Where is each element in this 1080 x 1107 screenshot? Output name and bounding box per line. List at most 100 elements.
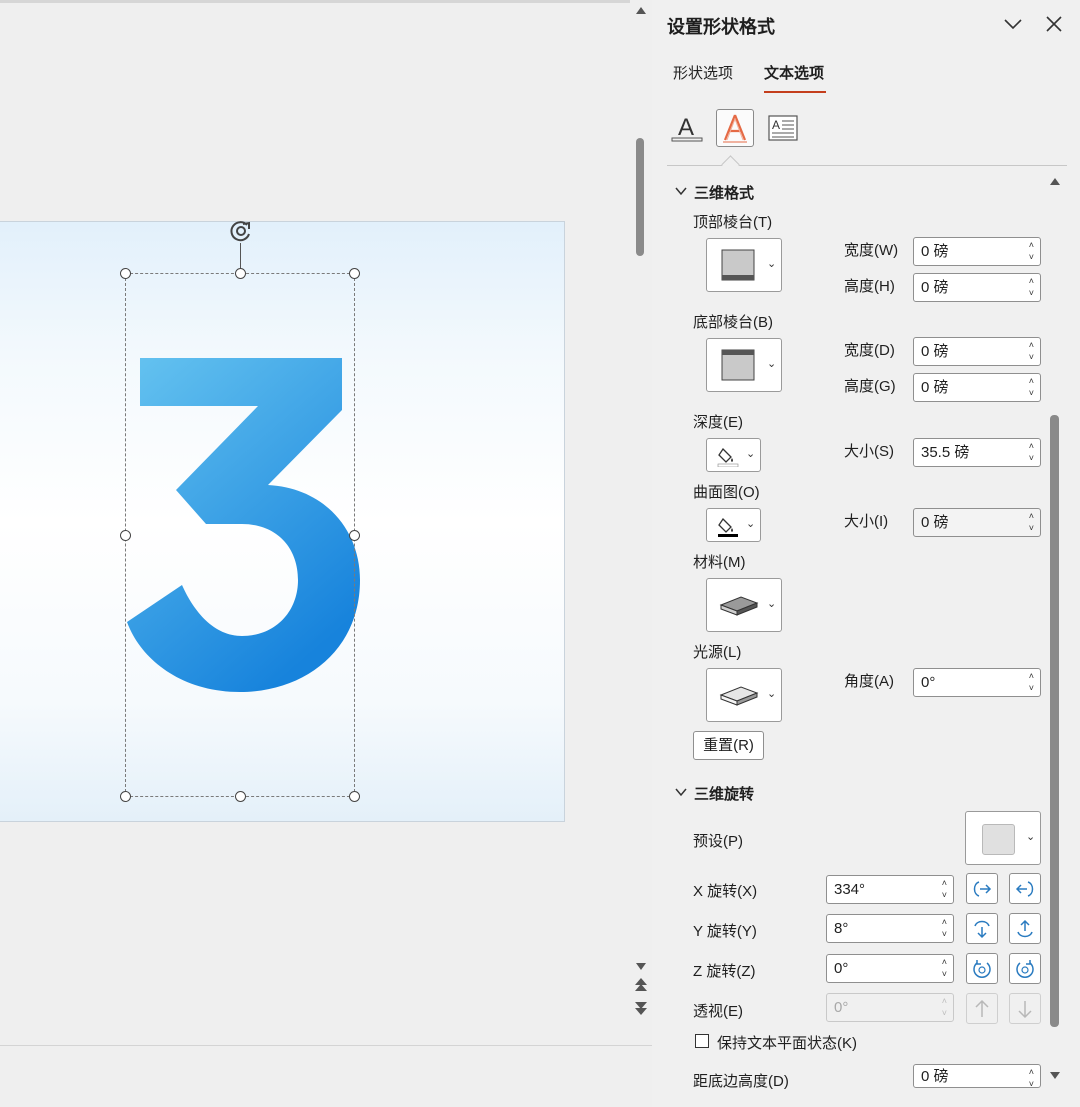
resize-handle-nw[interactable] [120, 268, 131, 279]
x-rotate-right-button[interactable] [1009, 873, 1041, 904]
spin-arrows-icon[interactable]: ˄ ˅ [942, 956, 947, 980]
keep-text-flat-label[interactable]: 保持文本平面状态(K) [717, 1032, 857, 1053]
chevron-down-icon: ⌄ [746, 448, 756, 460]
resize-handle-w[interactable] [120, 530, 131, 541]
depth-label: 深度(E) [693, 414, 743, 431]
preset-label: 预设(P) [693, 833, 743, 850]
chevron-down-icon: ⌄ [767, 258, 777, 270]
perspective-increase-button[interactable] [966, 993, 998, 1024]
rotate-handle-icon[interactable] [227, 217, 255, 245]
y-rotate-up-button[interactable] [966, 913, 998, 944]
selection-box[interactable] [125, 273, 355, 797]
z-rotation-label: Z 旋转(Z) [693, 963, 756, 980]
tab-text-options[interactable]: 文本选项 [764, 62, 824, 83]
bottom-bevel-height-input[interactable]: 0 磅 ˄ ˅ [913, 373, 1041, 402]
spin-arrows-icon[interactable]: ˄ ˅ [942, 877, 947, 901]
resize-handle-s[interactable] [235, 791, 246, 802]
rotation3d-collapse-chevron-icon[interactable] [674, 786, 688, 798]
paint-bucket-icon [717, 447, 739, 467]
textbox-layout-tab[interactable]: A [764, 109, 802, 147]
prev-next-slide-icon[interactable] [633, 978, 649, 1016]
lighting-dropdown[interactable]: ⌄ [706, 668, 782, 722]
spin-arrows-icon[interactable]: ˄ ˅ [1029, 375, 1034, 399]
perspective-input[interactable]: 0° ˄ ˅ [826, 993, 954, 1022]
format3d-collapse-chevron-icon[interactable] [674, 185, 688, 197]
y-rotation-input[interactable]: 8° ˄ ˅ [826, 914, 954, 943]
pane-scroll-thumb[interactable] [1050, 415, 1059, 1027]
text-effects-icon [723, 114, 747, 143]
depth-color-dropdown[interactable]: ⌄ [706, 438, 761, 472]
scroll-down-icon[interactable] [636, 963, 646, 970]
arrow-down-icon [1018, 1000, 1032, 1018]
tab-shape-options[interactable]: 形状选项 [673, 62, 733, 83]
text-effects-tab[interactable] [716, 109, 754, 147]
close-icon[interactable] [1045, 15, 1063, 39]
bottom-bevel-width-input[interactable]: 0 磅 ˄ ˅ [913, 337, 1041, 366]
scroll-up-icon[interactable] [636, 7, 646, 14]
pane-title: 设置形状格式 [667, 17, 775, 37]
contour-label: 曲面图(O) [693, 484, 760, 501]
chevron-down-icon: ⌄ [767, 598, 777, 610]
rotate-clockwise-icon [973, 959, 991, 978]
perspective-label: 透视(E) [693, 1003, 743, 1020]
contour-size-input[interactable]: 0 磅 ˄ ˅ [913, 508, 1041, 537]
top-bevel-height-label: 高度(H) [844, 278, 895, 295]
bottom-bevel-dropdown[interactable]: ⌄ [706, 338, 782, 392]
resize-handle-sw[interactable] [120, 791, 131, 802]
spin-arrows-icon[interactable]: ˄ ˅ [1029, 339, 1034, 363]
reset-button[interactable]: 重置(R) [693, 731, 764, 760]
spin-arrows-icon[interactable]: ˄ ˅ [1029, 440, 1034, 464]
pane-scroll-up-icon[interactable] [1050, 178, 1060, 185]
pane-scroll-down-icon[interactable] [1050, 1072, 1060, 1079]
contour-color-dropdown[interactable]: ⌄ [706, 508, 761, 542]
arrow-up-icon [975, 999, 989, 1017]
canvas-scroll-thumb[interactable] [636, 138, 644, 256]
distance-from-ground-input[interactable]: 0 磅 ˄ ˅ [913, 1064, 1041, 1088]
depth-size-input[interactable]: 35.5 磅 ˄ ˅ [913, 438, 1041, 467]
top-bevel-dropdown[interactable]: ⌄ [706, 238, 782, 292]
spin-arrows-icon[interactable]: ˄ ˅ [942, 916, 947, 940]
y-rotation-label: Y 旋转(Y) [693, 923, 757, 940]
x-rotate-left-button[interactable] [966, 873, 998, 904]
spin-arrows-icon[interactable]: ˄ ˅ [1029, 239, 1034, 263]
keep-text-flat-checkbox[interactable] [695, 1034, 709, 1048]
spin-arrows-icon: ˄ ˅ [941, 996, 947, 1018]
top-bevel-width-input[interactable]: 0 磅 ˄ ˅ [913, 237, 1041, 266]
x-rotation-label: X 旋转(X) [693, 883, 758, 900]
format3d-header[interactable]: 三维格式 [694, 182, 754, 203]
y-rotate-down-button[interactable] [1009, 913, 1041, 944]
x-rotation-input[interactable]: 334° ˄ ˅ [826, 875, 954, 904]
perspective-decrease-button[interactable] [1009, 993, 1041, 1024]
bottom-bevel-height-label: 高度(G) [844, 378, 896, 395]
lighting-angle-label: 角度(A) [844, 673, 894, 690]
resize-handle-se[interactable] [349, 791, 360, 802]
resize-handle-e[interactable] [349, 530, 360, 541]
z-rotation-input[interactable]: 0° ˄ ˅ [826, 954, 954, 983]
rotate-right-icon [1015, 880, 1034, 897]
top-bevel-height-input[interactable]: 0 磅 ˄ ˅ [913, 273, 1041, 302]
active-tab-indicator [764, 91, 826, 93]
pane-options-chevron-icon[interactable] [1003, 14, 1023, 40]
resize-handle-ne[interactable] [349, 268, 360, 279]
spin-arrows-icon[interactable]: ˄ ˅ [1029, 510, 1034, 534]
lighting-angle-input[interactable]: 0° ˄ ˅ [913, 668, 1041, 697]
rotation3d-header[interactable]: 三维旋转 [694, 783, 754, 804]
spin-arrows-icon[interactable]: ˄ ˅ [1029, 1066, 1034, 1087]
rotate-up-icon [974, 920, 990, 938]
svg-text:A: A [678, 114, 694, 141]
lighting-label: 光源(L) [693, 644, 742, 661]
rotation-preset-dropdown[interactable]: ⌄ [965, 811, 1041, 865]
material-dropdown[interactable]: ⌄ [706, 578, 782, 632]
preset-swatch [982, 824, 1015, 855]
spin-arrows-icon[interactable]: ˄ ˅ [1029, 670, 1034, 694]
top-bevel-width-label: 宽度(W) [844, 242, 899, 259]
resize-handle-n[interactable] [235, 268, 246, 279]
distance-from-ground-label: 距底边高度(D) [693, 1073, 789, 1090]
z-rotate-cw-button[interactable] [966, 953, 998, 984]
z-rotate-ccw-button[interactable] [1009, 953, 1041, 984]
top-bevel-label: 顶部棱台(T) [693, 214, 773, 231]
text-fill-outline-tab[interactable]: A [668, 109, 706, 147]
rotate-left-icon [973, 880, 992, 897]
spin-arrows-icon[interactable]: ˄ ˅ [1029, 275, 1034, 299]
text-fill-outline-icon: A [671, 114, 703, 142]
